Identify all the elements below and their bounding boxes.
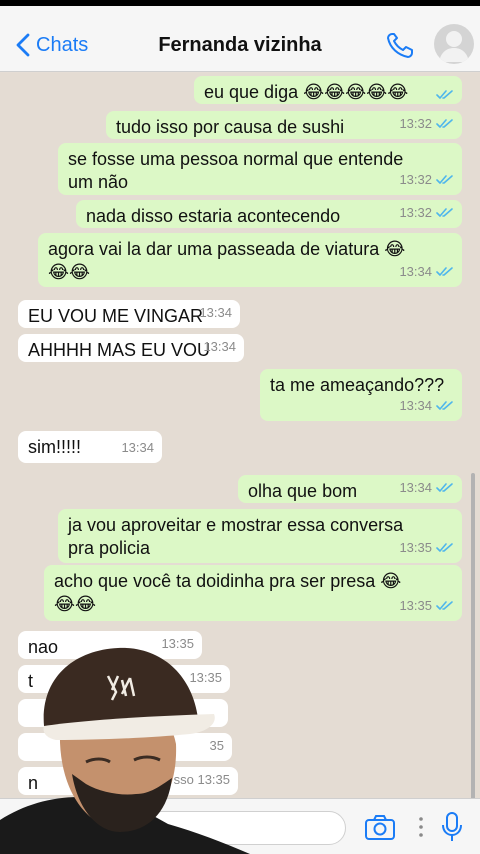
message-time: 13:34 bbox=[121, 440, 154, 455]
double-check-icon bbox=[436, 483, 453, 492]
message-meta: 13:34 bbox=[203, 335, 236, 358]
message-meta: 13:34 bbox=[121, 436, 154, 459]
incoming-message[interactable]: AHHHH MAS EU VOU 13:34 bbox=[18, 334, 244, 362]
outgoing-message[interactable]: agora vai la dar uma passeada de viatura… bbox=[38, 233, 462, 287]
message-time: 13:34 bbox=[399, 264, 432, 279]
microphone-icon[interactable] bbox=[440, 811, 464, 843]
message-text: nada disso estaria acontecendo bbox=[86, 206, 341, 226]
message-time: 13:32 bbox=[399, 116, 432, 131]
double-check-icon bbox=[436, 175, 453, 184]
message-meta: 13:32 bbox=[399, 201, 454, 224]
double-check-icon bbox=[436, 208, 453, 217]
double-check-icon bbox=[436, 601, 453, 610]
message-meta: 13:32 bbox=[399, 112, 454, 135]
double-check-icon bbox=[436, 90, 453, 99]
double-check-icon bbox=[436, 543, 453, 552]
camera-icon[interactable] bbox=[364, 813, 396, 841]
message-time: 13:34 bbox=[399, 398, 432, 413]
double-check-icon bbox=[436, 401, 453, 410]
outgoing-message[interactable]: ja vou aproveitar e mostrar essa convers… bbox=[58, 509, 462, 563]
outgoing-message[interactable]: ta me ameaçando??? 13:34 bbox=[260, 369, 462, 421]
outgoing-message[interactable]: se fosse uma pessoa normal que entende u… bbox=[58, 143, 462, 195]
message-text: se fosse uma pessoa normal que entende u… bbox=[68, 149, 404, 192]
message-text: eu que diga 😂😂😂😂😂 bbox=[204, 82, 409, 102]
message-time: 13:32 bbox=[399, 205, 432, 220]
double-check-icon bbox=[436, 267, 453, 276]
message-time: 13:35 bbox=[399, 598, 432, 613]
message-time: 13:34 bbox=[199, 305, 232, 320]
message-meta: 13:35 bbox=[399, 536, 454, 559]
message-time: 13:34 bbox=[399, 480, 432, 495]
message-meta: 13:35 bbox=[399, 594, 454, 617]
message-meta: 13:34 bbox=[399, 260, 454, 283]
incoming-message[interactable]: EU VOU ME VINGAR 13:34 bbox=[18, 300, 240, 328]
incoming-message[interactable]: sim!!!!! 13:34 bbox=[18, 431, 162, 463]
video-overlay-person bbox=[0, 647, 250, 854]
outgoing-message[interactable]: olha que bom 13:34 bbox=[238, 475, 462, 503]
chat-header: Chats Fernanda vizinha bbox=[0, 6, 480, 72]
outgoing-message[interactable]: acho que você ta doidinha pra ser presa … bbox=[44, 565, 462, 621]
chat-screen: Chats Fernanda vizinha eu que diga 😂😂😂😂😂… bbox=[0, 0, 480, 854]
message-meta: 13:32 bbox=[399, 168, 454, 191]
outgoing-message[interactable]: eu que diga 😂😂😂😂😂 bbox=[194, 76, 462, 104]
message-time: 13:35 bbox=[399, 540, 432, 555]
message-meta: 13:34 bbox=[399, 394, 454, 417]
message-time: 13:34 bbox=[203, 339, 236, 354]
double-check-icon bbox=[436, 119, 453, 128]
message-text: acho que você ta doidinha pra ser presa … bbox=[54, 571, 402, 614]
outgoing-message[interactable]: tudo isso por causa de sushi 13:32 bbox=[106, 111, 462, 139]
default-avatar-icon[interactable] bbox=[434, 24, 474, 64]
phone-icon[interactable] bbox=[384, 30, 418, 60]
outgoing-message[interactable]: nada disso estaria acontecendo 13:32 bbox=[76, 200, 462, 228]
scrollbar[interactable] bbox=[471, 473, 475, 798]
message-text: ja vou aproveitar e mostrar essa convers… bbox=[68, 515, 404, 558]
message-time: 13:32 bbox=[399, 172, 432, 187]
message-meta: 13:34 bbox=[199, 301, 232, 324]
message-meta: 13:34 bbox=[399, 476, 454, 499]
vertical-dots-icon[interactable] bbox=[418, 815, 424, 839]
message-meta bbox=[436, 89, 454, 100]
message-text: agora vai la dar uma passeada de viatura… bbox=[48, 239, 406, 282]
